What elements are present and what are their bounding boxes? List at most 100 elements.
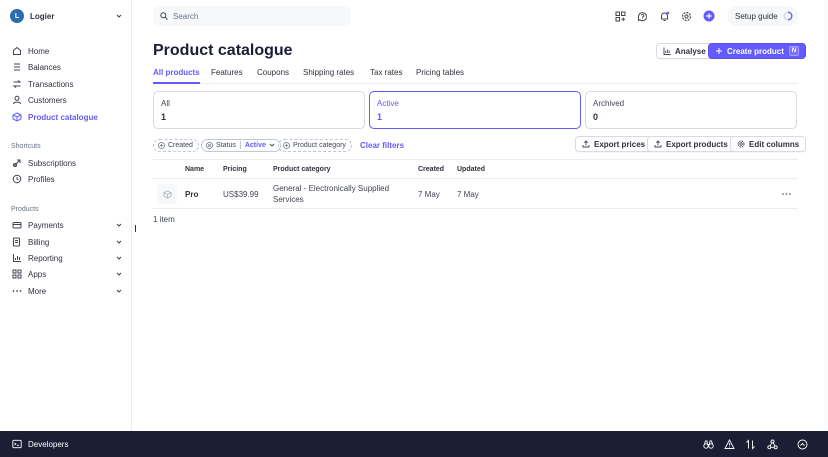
product-image-placeholder <box>157 184 177 204</box>
top-bar: Setup guide <box>153 6 798 26</box>
analyse-button[interactable]: Analyse <box>656 43 713 59</box>
sidebar-item-customers[interactable]: Customers <box>12 93 122 107</box>
chevron-down-icon <box>116 289 122 293</box>
reporting-icon <box>12 253 22 263</box>
sidebar-item-home[interactable]: Home <box>12 44 122 58</box>
warning-icon[interactable] <box>724 439 735 450</box>
more-icon <box>12 286 22 296</box>
filter-product-category[interactable]: Product category <box>278 138 352 152</box>
sidebar-item-billing[interactable]: Billing <box>12 235 122 249</box>
edit-columns-button[interactable]: Edit columns <box>730 136 807 152</box>
card-count: 1 <box>161 112 167 122</box>
settings-gear-icon[interactable] <box>680 10 692 22</box>
setup-guide-label: Setup guide <box>735 11 778 21</box>
create-plus-icon[interactable] <box>703 10 715 22</box>
sidebar-item-label: Customers <box>28 95 67 105</box>
filter-card-archived[interactable]: Archived 0 <box>585 91 797 129</box>
product-updated: 7 May <box>457 190 479 199</box>
progress-ring-icon <box>783 11 793 21</box>
sidebar-item-profiles[interactable]: Profiles <box>12 172 122 186</box>
sidebar-item-transactions[interactable]: Transactions <box>12 77 122 91</box>
setup-guide-button[interactable]: Setup guide <box>727 6 798 26</box>
notifications-icon[interactable] <box>658 10 670 22</box>
column-header-created[interactable]: Created <box>418 166 444 173</box>
chevron-down-icon <box>116 223 122 227</box>
column-header-pricing[interactable]: Pricing <box>223 166 247 173</box>
search-box[interactable] <box>153 6 351 26</box>
column-header-name[interactable]: Name <box>185 166 204 173</box>
sidebar-item-balances[interactable]: Balances <box>12 60 122 74</box>
tab-features[interactable]: Features <box>211 68 243 84</box>
card-label: All <box>161 99 170 108</box>
tab-tax-rates[interactable]: Tax rates <box>370 68 402 84</box>
add-circle-icon <box>283 141 290 149</box>
product-pricing: US$39.99 <box>223 190 259 199</box>
product-catalogue-icon <box>12 112 22 122</box>
sidebar-item-more[interactable]: More <box>12 284 122 298</box>
tab-coupons[interactable]: Coupons <box>257 68 289 84</box>
export-products-button[interactable]: Export products <box>647 136 735 152</box>
sidebar-item-subscriptions[interactable]: Subscriptions <box>12 156 122 170</box>
remove-circle-icon[interactable] <box>206 141 213 149</box>
apps-grid-icon[interactable] <box>614 10 626 22</box>
chevron-down-icon <box>116 240 122 244</box>
row-actions-more-icon[interactable] <box>782 189 791 198</box>
text-cursor <box>135 225 136 232</box>
edit-columns-label: Edit columns <box>749 139 800 149</box>
table-row[interactable]: Pro US$39.99 General - Electronically Su… <box>153 179 798 209</box>
sort-arrows-icon[interactable] <box>745 439 756 450</box>
developers-toggle[interactable]: Developers <box>12 439 68 449</box>
binoculars-icon[interactable] <box>703 439 714 450</box>
filter-status-value: Active <box>244 141 266 149</box>
sidebar-item-label: Balances <box>28 62 61 72</box>
sidebar-item-reporting[interactable]: Reporting <box>12 251 122 265</box>
collapse-chevron-icon[interactable] <box>797 439 808 450</box>
sidebar-item-apps[interactable]: Apps <box>12 267 122 281</box>
clear-filters-link[interactable]: Clear filters <box>360 138 404 152</box>
sidebar-item-label: Home <box>28 46 50 56</box>
create-product-button[interactable]: Create product N <box>708 43 807 59</box>
sidebar-item-payments[interactable]: Payments <box>12 218 122 232</box>
filter-card-all[interactable]: All 1 <box>153 91 365 129</box>
export-icon <box>582 140 590 148</box>
account-logo: L <box>10 9 24 23</box>
tab-shipping-rates[interactable]: Shipping rates <box>303 68 354 84</box>
tab-pricing-tables[interactable]: Pricing tables <box>416 68 464 84</box>
filter-status[interactable]: Status Active <box>201 138 281 152</box>
sidebar-item-product-catalogue[interactable]: Product catalogue <box>12 110 122 124</box>
chevron-down-icon <box>116 14 122 18</box>
webhooks-icon[interactable] <box>767 439 778 450</box>
page-scrollbar[interactable] <box>824 0 828 431</box>
column-header-updated[interactable]: Updated <box>457 166 485 173</box>
account-switcher[interactable]: L Logier <box>10 8 122 24</box>
add-circle-icon <box>158 141 165 149</box>
column-header-category[interactable]: Product category <box>273 166 331 173</box>
card-count: 0 <box>593 112 599 122</box>
help-icon[interactable] <box>636 10 648 22</box>
billing-icon <box>12 237 22 247</box>
sidebar: L Logier Home Balances Transactions Cust… <box>0 0 132 431</box>
chevron-down-icon <box>116 272 122 276</box>
export-prices-button[interactable]: Export prices <box>575 136 653 152</box>
export-prices-label: Export prices <box>594 139 646 149</box>
search-icon <box>160 12 168 20</box>
profiles-icon <box>12 174 22 184</box>
search-input[interactable] <box>173 11 343 21</box>
card-count: 1 <box>377 112 383 122</box>
payments-icon <box>12 220 22 230</box>
tab-all-products[interactable]: All products <box>153 68 200 84</box>
filter-category-label: Product category <box>293 141 346 149</box>
product-category-line-1: General - Electronically Supplied <box>273 184 390 193</box>
filter-created[interactable]: Created <box>153 138 199 152</box>
chevron-down-icon <box>269 143 275 147</box>
catalogue-tabs: All products Features Coupons Shipping r… <box>153 66 798 84</box>
sidebar-item-label: Billing <box>28 237 50 247</box>
page-title: Product catalogue <box>153 42 293 59</box>
product-created: 7 May <box>418 190 440 199</box>
filter-card-active[interactable]: Active 1 <box>369 91 581 129</box>
shortcuts-label: Shortcuts <box>11 143 41 150</box>
product-name[interactable]: Pro <box>185 190 198 199</box>
subscriptions-icon <box>12 158 22 168</box>
terminal-icon <box>12 439 22 449</box>
transactions-icon <box>12 79 22 89</box>
